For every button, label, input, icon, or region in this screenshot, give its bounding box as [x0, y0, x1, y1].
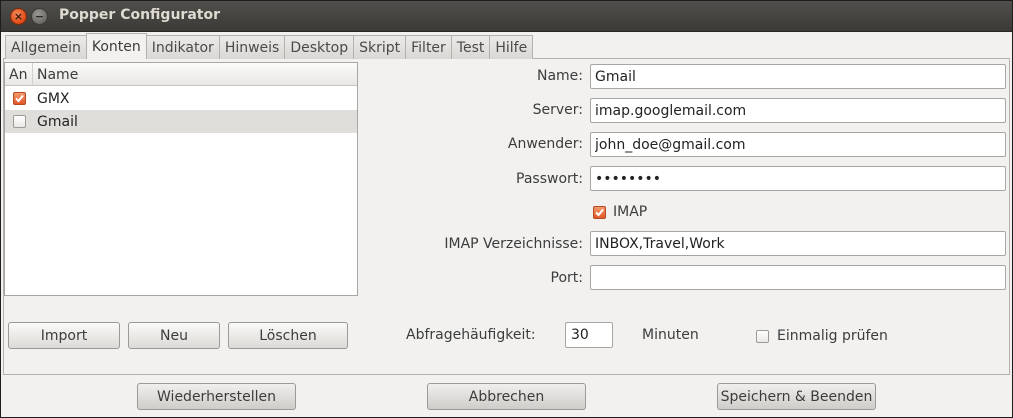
imap-label: IMAP — [613, 204, 648, 220]
tab-desktop[interactable]: Desktop — [284, 35, 355, 59]
port-field[interactable] — [590, 265, 1006, 290]
new-account-button[interactable]: Neu — [128, 322, 220, 349]
user-label: Anwender: — [507, 136, 583, 152]
accounts-list-header: An Name — [5, 63, 357, 86]
name-field[interactable] — [590, 64, 1006, 89]
poll-interval-label: Abfragehäufigkeit: — [406, 327, 536, 343]
import-button[interactable]: Import — [8, 322, 120, 349]
server-field[interactable] — [590, 98, 1006, 123]
tab-bar: Allgemein Konten Indikator Hinweis Deskt… — [5, 33, 534, 59]
accounts-list[interactable]: An Name GMX Gmail — [4, 62, 358, 296]
minimize-window-button[interactable]: − — [31, 8, 48, 25]
column-header-name[interactable]: Name — [33, 63, 78, 86]
check-once-toggle[interactable]: Einmalig prüfen — [756, 328, 888, 344]
user-field[interactable] — [590, 132, 1006, 157]
tab-konten[interactable]: Konten — [85, 33, 147, 59]
password-field[interactable] — [590, 166, 1006, 191]
app-window: × − Popper Configurator Allgemein Konten… — [0, 0, 1013, 418]
check-once-label: Einmalig prüfen — [777, 328, 888, 344]
close-icon: × — [13, 10, 24, 23]
title-bar: × − Popper Configurator — [1, 1, 1012, 32]
column-header-enabled[interactable]: An — [5, 63, 33, 86]
account-row-gmail[interactable]: Gmail — [5, 110, 357, 133]
restore-button[interactable]: Wiederherstellen — [137, 383, 296, 410]
tab-hinweis[interactable]: Hinweis — [218, 35, 286, 59]
imap-toggle[interactable]: IMAP — [593, 204, 647, 220]
cancel-button[interactable]: Abbrechen — [427, 383, 586, 410]
tab-skript[interactable]: Skript — [353, 35, 407, 59]
tab-indikator[interactable]: Indikator — [145, 35, 220, 59]
tab-hilfe[interactable]: Hilfe — [489, 35, 534, 59]
port-label: Port: — [550, 270, 583, 286]
minimize-icon: − — [34, 10, 45, 23]
account-name: GMX — [37, 90, 70, 107]
account-name: Gmail — [37, 113, 78, 130]
check-mark-icon — [595, 208, 604, 216]
password-label: Passwort: — [516, 171, 583, 187]
save-and-exit-button[interactable]: Speichern & Beenden — [717, 383, 876, 410]
check-once-checkbox[interactable] — [756, 329, 769, 343]
tab-allgemein[interactable]: Allgemein — [5, 35, 87, 59]
imap-folders-label: IMAP Verzeichnisse: — [444, 236, 583, 252]
poll-interval-unit: Minuten — [642, 327, 699, 343]
delete-account-button[interactable]: Löschen — [228, 322, 348, 349]
account-enabled-checkbox[interactable] — [12, 115, 26, 128]
window-title: Popper Configurator — [59, 7, 220, 23]
imap-folders-field[interactable] — [590, 231, 1006, 256]
account-enabled-checkbox[interactable] — [12, 92, 26, 105]
server-label: Server: — [532, 102, 583, 118]
imap-checkbox[interactable] — [593, 205, 606, 219]
check-mark-icon — [14, 94, 24, 103]
tab-filter[interactable]: Filter — [405, 35, 452, 59]
poll-interval-field[interactable] — [565, 322, 613, 348]
tab-test[interactable]: Test — [450, 35, 491, 59]
account-row-gmx[interactable]: GMX — [5, 87, 357, 110]
name-label: Name: — [536, 68, 583, 84]
close-window-button[interactable]: × — [10, 8, 27, 25]
